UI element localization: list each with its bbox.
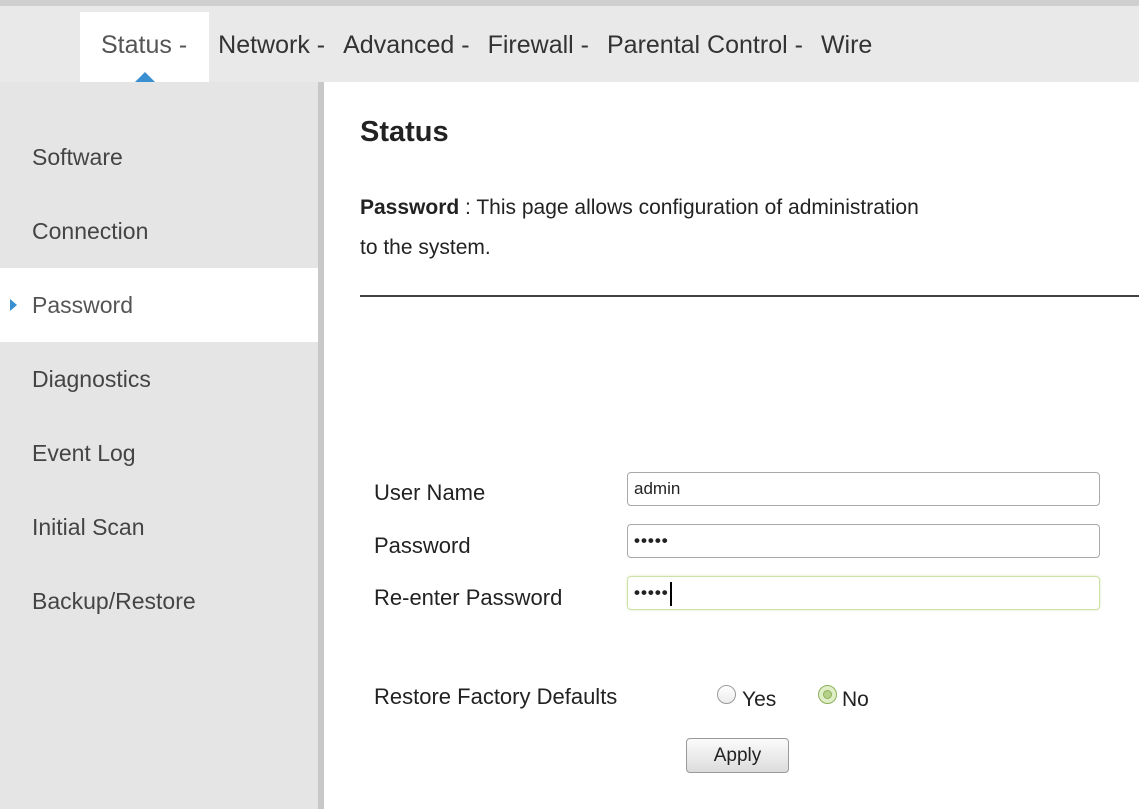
sidebar-item-software[interactable]: Software <box>0 120 318 194</box>
page-title: Status <box>360 116 449 148</box>
page-description: Password : This page allows configuratio… <box>360 188 1139 268</box>
apply-button[interactable]: Apply <box>686 738 789 773</box>
nav-tab-label: Parental Control - <box>607 31 803 59</box>
sidebar-item-label: Initial Scan <box>32 514 145 540</box>
sidebar-item-backup-restore[interactable]: Backup/Restore <box>0 564 318 638</box>
restore-yes-label[interactable]: Yes <box>742 688 776 712</box>
nav-tab-status[interactable]: Status - <box>80 12 210 84</box>
nav-tab-label: Firewall - <box>487 31 589 59</box>
nav-tab-network[interactable]: Network - <box>209 12 334 82</box>
sidebar-item-label: Connection <box>32 218 149 244</box>
top-nav-menu: Status - Network - Advanced - Firewall -… <box>80 12 881 84</box>
sidebar-item-label: Event Log <box>32 440 136 466</box>
sidebar-item-label: Password <box>32 292 133 318</box>
nav-tab-firewall[interactable]: Firewall - <box>479 12 598 82</box>
nav-tab-label: Advanced - <box>343 31 470 59</box>
restore-defaults-label: Restore Factory Defaults <box>374 684 618 709</box>
sidebar-item-diagnostics[interactable]: Diagnostics <box>0 342 318 416</box>
top-navigation-bar: Status - Network - Advanced - Firewall -… <box>0 0 1139 84</box>
nav-tab-label: Status - <box>101 31 188 59</box>
nav-tab-label: Wire <box>820 31 873 59</box>
sidebar-item-event-log[interactable]: Event Log <box>0 416 318 490</box>
sidebar-item-initial-scan[interactable]: Initial Scan <box>0 490 318 564</box>
description-line-2: to the system. <box>360 236 491 259</box>
nav-tab-label: Network - <box>218 31 326 59</box>
description-line-1: This page allows configuration of admini… <box>476 196 919 219</box>
password-label: Password <box>374 533 471 558</box>
restore-no-label[interactable]: No <box>842 688 869 712</box>
sidebar-item-label: Software <box>32 144 123 170</box>
router-admin-page: Status - Network - Advanced - Firewall -… <box>0 0 1139 809</box>
section-divider <box>360 295 1139 297</box>
reenter-password-value: ••••• <box>634 583 669 602</box>
username-value: admin <box>634 479 681 498</box>
password-value: ••••• <box>634 531 669 550</box>
description-label: Password <box>360 196 460 219</box>
sidebar: Software Connection Password Diagnostics… <box>0 82 324 809</box>
sidebar-item-label: Diagnostics <box>32 366 151 392</box>
main-content: Status Password : This page allows confi… <box>324 82 1139 809</box>
password-input[interactable]: ••••• <box>627 524 1100 558</box>
reenter-password-input[interactable]: ••••• <box>627 576 1100 610</box>
username-label: User Name <box>374 480 486 505</box>
description-separator: : <box>459 196 477 219</box>
sidebar-item-label: Backup/Restore <box>32 588 196 614</box>
sidebar-item-connection[interactable]: Connection <box>0 194 318 268</box>
nav-tab-wireless[interactable]: Wire <box>812 12 881 82</box>
restore-no-radio[interactable] <box>818 685 837 704</box>
active-item-arrow-icon <box>10 299 17 311</box>
sidebar-item-password[interactable]: Password <box>0 268 318 342</box>
nav-tab-advanced[interactable]: Advanced - <box>334 12 478 82</box>
text-cursor <box>669 581 672 606</box>
restore-yes-radio[interactable] <box>717 685 736 704</box>
reenter-password-label: Re-enter Password <box>374 585 563 610</box>
username-input[interactable]: admin <box>627 472 1100 506</box>
nav-tab-parental-control[interactable]: Parental Control - <box>598 12 812 82</box>
